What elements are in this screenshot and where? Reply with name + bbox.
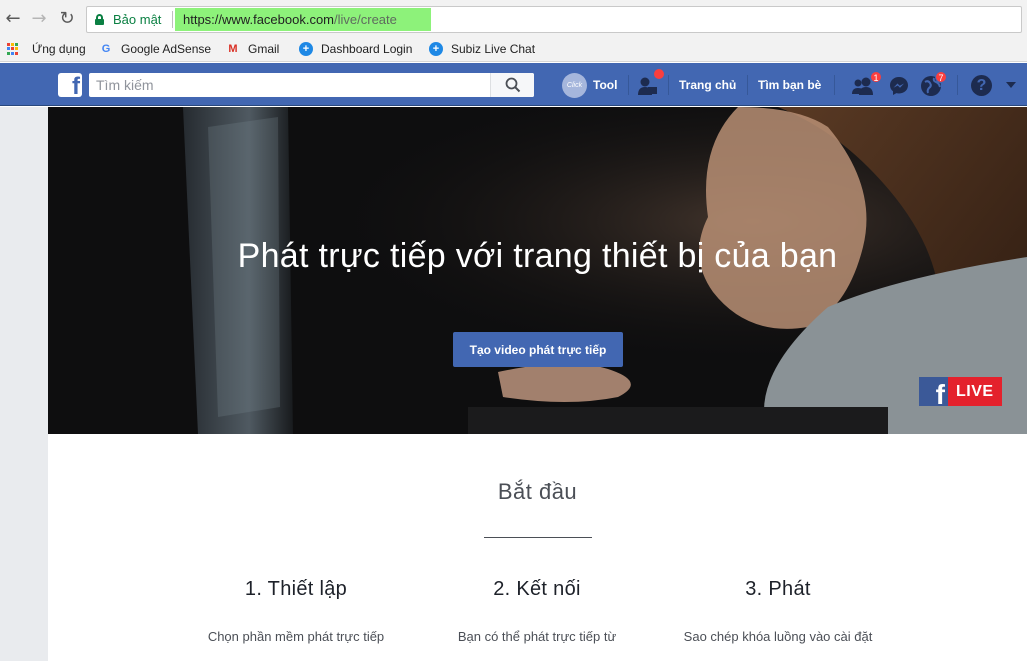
bookmark-label: Dashboard Login	[321, 42, 413, 56]
url-text[interactable]: https://www.facebook.com/live/create	[183, 12, 397, 27]
nav-divider	[957, 75, 958, 95]
bookmark-label: Ứng dụng	[32, 42, 86, 56]
nav-divider	[747, 75, 748, 95]
google-icon: G	[101, 43, 111, 55]
bookmark-label: Google AdSense	[121, 42, 212, 56]
step-description: Sao chép khóa luồng vào cài đặt	[683, 629, 873, 644]
address-divider	[172, 11, 173, 28]
step-broadcast: 3. Phát Sao chép khóa luồng vào cài đặt	[648, 578, 908, 650]
messenger-icon[interactable]	[888, 75, 910, 97]
url-path: /live/create	[334, 12, 397, 27]
step-title: 2. Kết nối	[493, 578, 581, 600]
step-connect: 2. Kết nối Bạn có thể phát trực tiếp từ	[407, 578, 667, 650]
nav-divider	[668, 75, 669, 95]
search-icon	[505, 77, 521, 93]
reload-icon[interactable]: ↻	[56, 8, 78, 30]
nav-divider	[834, 75, 835, 95]
step-title: 1. Thiết lập	[244, 578, 348, 600]
bookmark-label: Gmail	[248, 42, 280, 56]
nav-divider	[628, 75, 629, 95]
step-description: Chọn phần mềm phát trực tiếp	[207, 629, 385, 644]
notifications-badge: 7	[935, 71, 947, 83]
bookmarks-bar: Ứng dụng G Google AdSense M Gmail + Dash…	[0, 38, 1027, 62]
back-arrow-icon[interactable]: ←	[2, 8, 24, 30]
facebook-logo-icon[interactable]: f	[58, 73, 82, 97]
bookmark-subiz-live-chat[interactable]: + Subiz Live Chat	[429, 42, 535, 56]
section-title: Bắt đầu	[497, 479, 578, 504]
search-button[interactable]	[490, 73, 534, 97]
hero-banner: Phát trực tiếp với trang thiết bị của bạ…	[48, 107, 1027, 434]
create-live-video-button[interactable]: Tạo video phát trực tiếp	[453, 332, 623, 367]
left-gutter	[0, 107, 48, 661]
hero-title: Phát trực tiếp với trang thiết bị của bạ…	[237, 237, 838, 275]
search-input[interactable]	[89, 73, 489, 97]
address-bar[interactable]: Bảo mật https://www.facebook.com/live/cr…	[86, 6, 1022, 33]
section-divider	[484, 537, 592, 538]
plus-circle-icon: +	[299, 42, 313, 56]
bookmark-apps[interactable]: Ứng dụng	[6, 42, 86, 56]
plus-circle-icon: +	[429, 42, 443, 56]
click-tool-icon[interactable]: Click	[562, 73, 587, 98]
help-icon[interactable]: ?	[971, 75, 992, 96]
forward-arrow-icon[interactable]: →	[28, 8, 50, 30]
account-menu-caret-icon[interactable]	[1006, 82, 1016, 88]
gmail-icon: M	[228, 43, 238, 55]
bookmark-label: Subiz Live Chat	[451, 42, 536, 56]
step-description: Bạn có thể phát trực tiếp từ	[457, 629, 617, 644]
facebook-f-icon: f	[919, 377, 948, 406]
profile-notification-dot	[653, 68, 665, 80]
lock-icon	[95, 14, 104, 25]
friend-requests-badge: 1	[870, 71, 882, 83]
home-link[interactable]: Trang chủ	[679, 78, 736, 92]
tool-link[interactable]: Tool	[593, 78, 617, 92]
step-title: 3. Phát	[745, 578, 811, 600]
bookmark-dashboard-login[interactable]: + Dashboard Login	[299, 42, 412, 56]
live-badge-f: f	[935, 379, 945, 406]
browser-toolbar: ← → ↻ Bảo mật https://www.facebook.com/l…	[0, 0, 1027, 38]
search-box	[89, 73, 534, 97]
apps-grid-icon	[6, 42, 20, 56]
bookmark-google-adsense[interactable]: G Google AdSense	[99, 42, 211, 56]
bookmark-gmail[interactable]: M Gmail	[226, 42, 279, 56]
facebook-live-badge: f LIVE	[919, 377, 1002, 406]
live-label: LIVE	[948, 377, 1002, 406]
step-setup: 1. Thiết lập Chọn phần mềm phát trực tiế…	[166, 578, 426, 650]
find-friends-link[interactable]: Tìm bạn bè	[758, 78, 821, 92]
url-host: https://www.facebook.com	[183, 12, 335, 27]
secure-label: Bảo mật	[113, 12, 162, 27]
